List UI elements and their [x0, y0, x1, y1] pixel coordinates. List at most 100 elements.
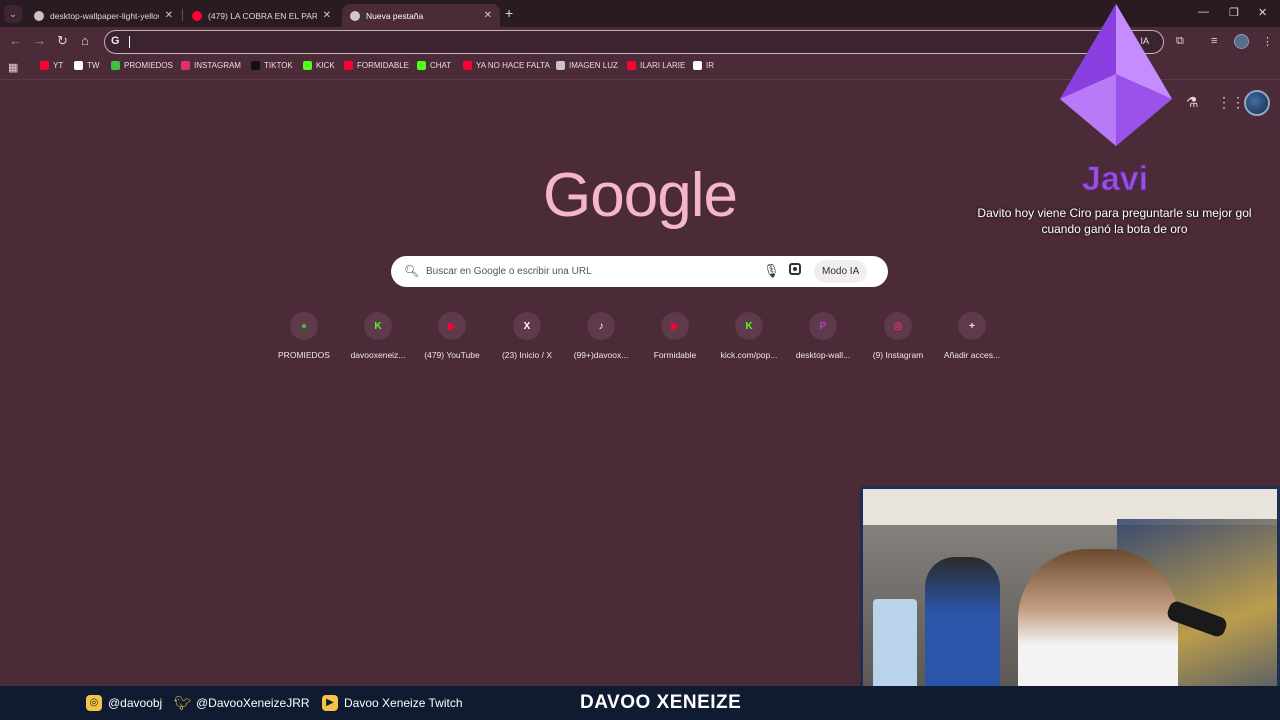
shortcut-tile[interactable]: Kkick.com/pop... [714, 312, 784, 360]
tab-new-tab[interactable]: Nueva pestaña ✕ [342, 4, 500, 27]
profile-avatar[interactable] [1234, 34, 1249, 49]
shortcut-tile[interactable]: ◎ (9) Instagram [863, 312, 933, 360]
tab-separator [182, 9, 183, 21]
home-icon[interactable]: ⌂ [81, 33, 89, 48]
account-avatar[interactable] [1244, 90, 1270, 116]
shortcut-tile[interactable]: ▶ (479) YouTube [417, 312, 487, 360]
bookmark-tw[interactable]: TW [74, 61, 99, 70]
bookmark-label: FORMIDABLE [357, 61, 410, 70]
shortcut-tile[interactable]: ● PROMIEDOS [269, 312, 339, 360]
search-icon: 🔍︎ [404, 264, 420, 278]
address-bar[interactable]: G IA [104, 30, 1164, 54]
bookmark-ya-no-hace-falta[interactable]: YA NO HACE FALTA [463, 61, 550, 70]
medium-icon [693, 61, 702, 70]
google-apps-icon[interactable]: ⋮⋮ [1217, 94, 1245, 111]
p-icon: P [809, 312, 837, 340]
forward-icon[interactable]: → [33, 33, 46, 48]
shortcut-tile[interactable]: Kdavooxeneiz... [343, 312, 413, 360]
channel-name: DAVOO XENEIZE [580, 692, 742, 713]
tab-title: (479) LA COBRA EN EL PARTIDA [208, 10, 317, 21]
twitch-handle: ▶ Davoo Xeneize Twitch [322, 695, 463, 711]
twitter-handle: 🐦︎ @DavooXeneizeJRR [174, 695, 310, 711]
youtube-icon: ▶ [661, 312, 689, 340]
globe-icon [556, 61, 565, 70]
menu-icon[interactable]: ⋮ [1262, 35, 1273, 48]
apps-grid-icon[interactable]: ▦ [8, 61, 18, 74]
bookmark-label: IMAGEN LUZ [569, 61, 618, 70]
shortcut-label: davooxeneiz... [350, 350, 406, 360]
new-tab-button[interactable]: + [505, 5, 513, 21]
kick-icon: K [364, 312, 392, 340]
bookmark-imagen-luz[interactable]: IMAGEN LUZ [556, 61, 618, 70]
shortcut-label: (99+)davoox... [573, 350, 629, 360]
crystal-icon [1060, 4, 1172, 146]
bookmark-label: INSTAGRAM [194, 61, 241, 70]
close-tab-icon[interactable]: ✕ [484, 10, 492, 21]
youtube-icon [627, 61, 636, 70]
youtube-icon [192, 10, 202, 21]
bookmark-tiktok[interactable]: TIKTOK [251, 61, 293, 70]
close-tab-icon[interactable]: ✕ [323, 10, 331, 21]
back-icon[interactable]: ← [9, 33, 22, 48]
x-icon: X [513, 312, 541, 340]
bookmark-label: IR [706, 61, 714, 70]
youtube-icon: ▶ [322, 695, 338, 711]
shortcut-tile[interactable]: X (23) Inicio / X [492, 312, 562, 360]
bookmark-label: TIKTOK [264, 61, 293, 70]
bookmark-instagram[interactable]: INSTAGRAM [181, 61, 241, 70]
bookmark-label: KICK [316, 61, 335, 70]
shortcut-label: (23) Inicio / X [501, 350, 553, 360]
search-box[interactable]: 🔍︎ Buscar en Google o escribir una URL 🎙… [391, 256, 888, 287]
webcam-feed [863, 489, 1277, 713]
search-placeholder: Buscar en Google o escribir una URL [426, 266, 592, 277]
shortcut-label: (9) Instagram [872, 350, 924, 360]
bookmark-label: YT [53, 61, 64, 70]
promiedos-icon [111, 61, 120, 70]
bookmark-kick[interactable]: KICK [303, 61, 335, 70]
bookmark-ilari-larie[interactable]: ILARI LARIE [627, 61, 685, 70]
donation-message: Davito hoy viene Ciro para preguntarle s… [977, 206, 1252, 236]
close-tab-icon[interactable]: ✕ [165, 10, 173, 21]
twitter-text: @DavooXeneizeJRR [196, 696, 310, 710]
bookmark-promiedos[interactable]: PROMIEDOS [111, 61, 173, 70]
shortcut-tile[interactable]: ▶ Formidable [640, 312, 710, 360]
shortcut-label: kick.com/pop... [720, 350, 778, 360]
shortcut-label: desktop-wall... [795, 350, 851, 360]
instagram-icon: ◎ [86, 695, 102, 711]
tab-title: desktop-wallpaper-light-yellow [50, 10, 159, 21]
tab-youtube[interactable]: (479) LA COBRA EN EL PARTIDA ✕ [184, 4, 339, 27]
close-window-icon[interactable]: ✕ [1258, 6, 1267, 19]
bookmark-yt[interactable]: YT [40, 61, 63, 70]
minimize-icon[interactable]: — [1198, 6, 1209, 18]
shortcut-tile[interactable]: Pdesktop-wall... [788, 312, 858, 360]
bookmark-ir[interactable]: IR [693, 61, 714, 70]
restore-icon[interactable]: ❐ [1229, 6, 1239, 19]
ai-mode-button[interactable]: Modo IA [814, 260, 868, 283]
promiedos-icon: ● [290, 312, 318, 340]
google-g-icon: G [111, 35, 120, 47]
google-lens-icon[interactable] [789, 263, 801, 275]
youtube-icon [463, 61, 472, 70]
bookmark-chat[interactable]: CHAT [417, 61, 451, 70]
globe-icon [34, 10, 44, 21]
reading-list-icon[interactable]: ≡ [1211, 35, 1217, 47]
tab-search-button[interactable]: ⌄ [4, 5, 22, 23]
extensions-icon[interactable]: ⧉ [1176, 35, 1184, 48]
x-icon [74, 61, 83, 70]
tab-title: Nueva pestaña [366, 10, 424, 21]
bookmark-formidable[interactable]: FORMIDABLE [344, 61, 409, 70]
twitch-text: Davoo Xeneize Twitch [344, 696, 463, 710]
shortcut-label: (479) YouTube [424, 350, 480, 360]
youtube-icon [40, 61, 49, 70]
reload-icon[interactable]: ↻ [57, 33, 68, 49]
shortcut-tile[interactable]: + Añadir acces... [937, 312, 1007, 360]
instagram-icon: ◎ [884, 312, 912, 340]
microphone-icon[interactable]: 🎙︎ [763, 263, 780, 279]
plus-icon: + [958, 312, 986, 340]
youtube-icon [344, 61, 353, 70]
tab-wallpaper[interactable]: desktop-wallpaper-light-yellow ✕ [26, 4, 181, 27]
kick-icon [417, 61, 426, 70]
labs-flask-icon[interactable]: ⚗ [1186, 94, 1199, 111]
donor-name: Javi [1081, 160, 1149, 199]
shortcut-tile[interactable]: ♪ (99+)davoox... [566, 312, 636, 360]
